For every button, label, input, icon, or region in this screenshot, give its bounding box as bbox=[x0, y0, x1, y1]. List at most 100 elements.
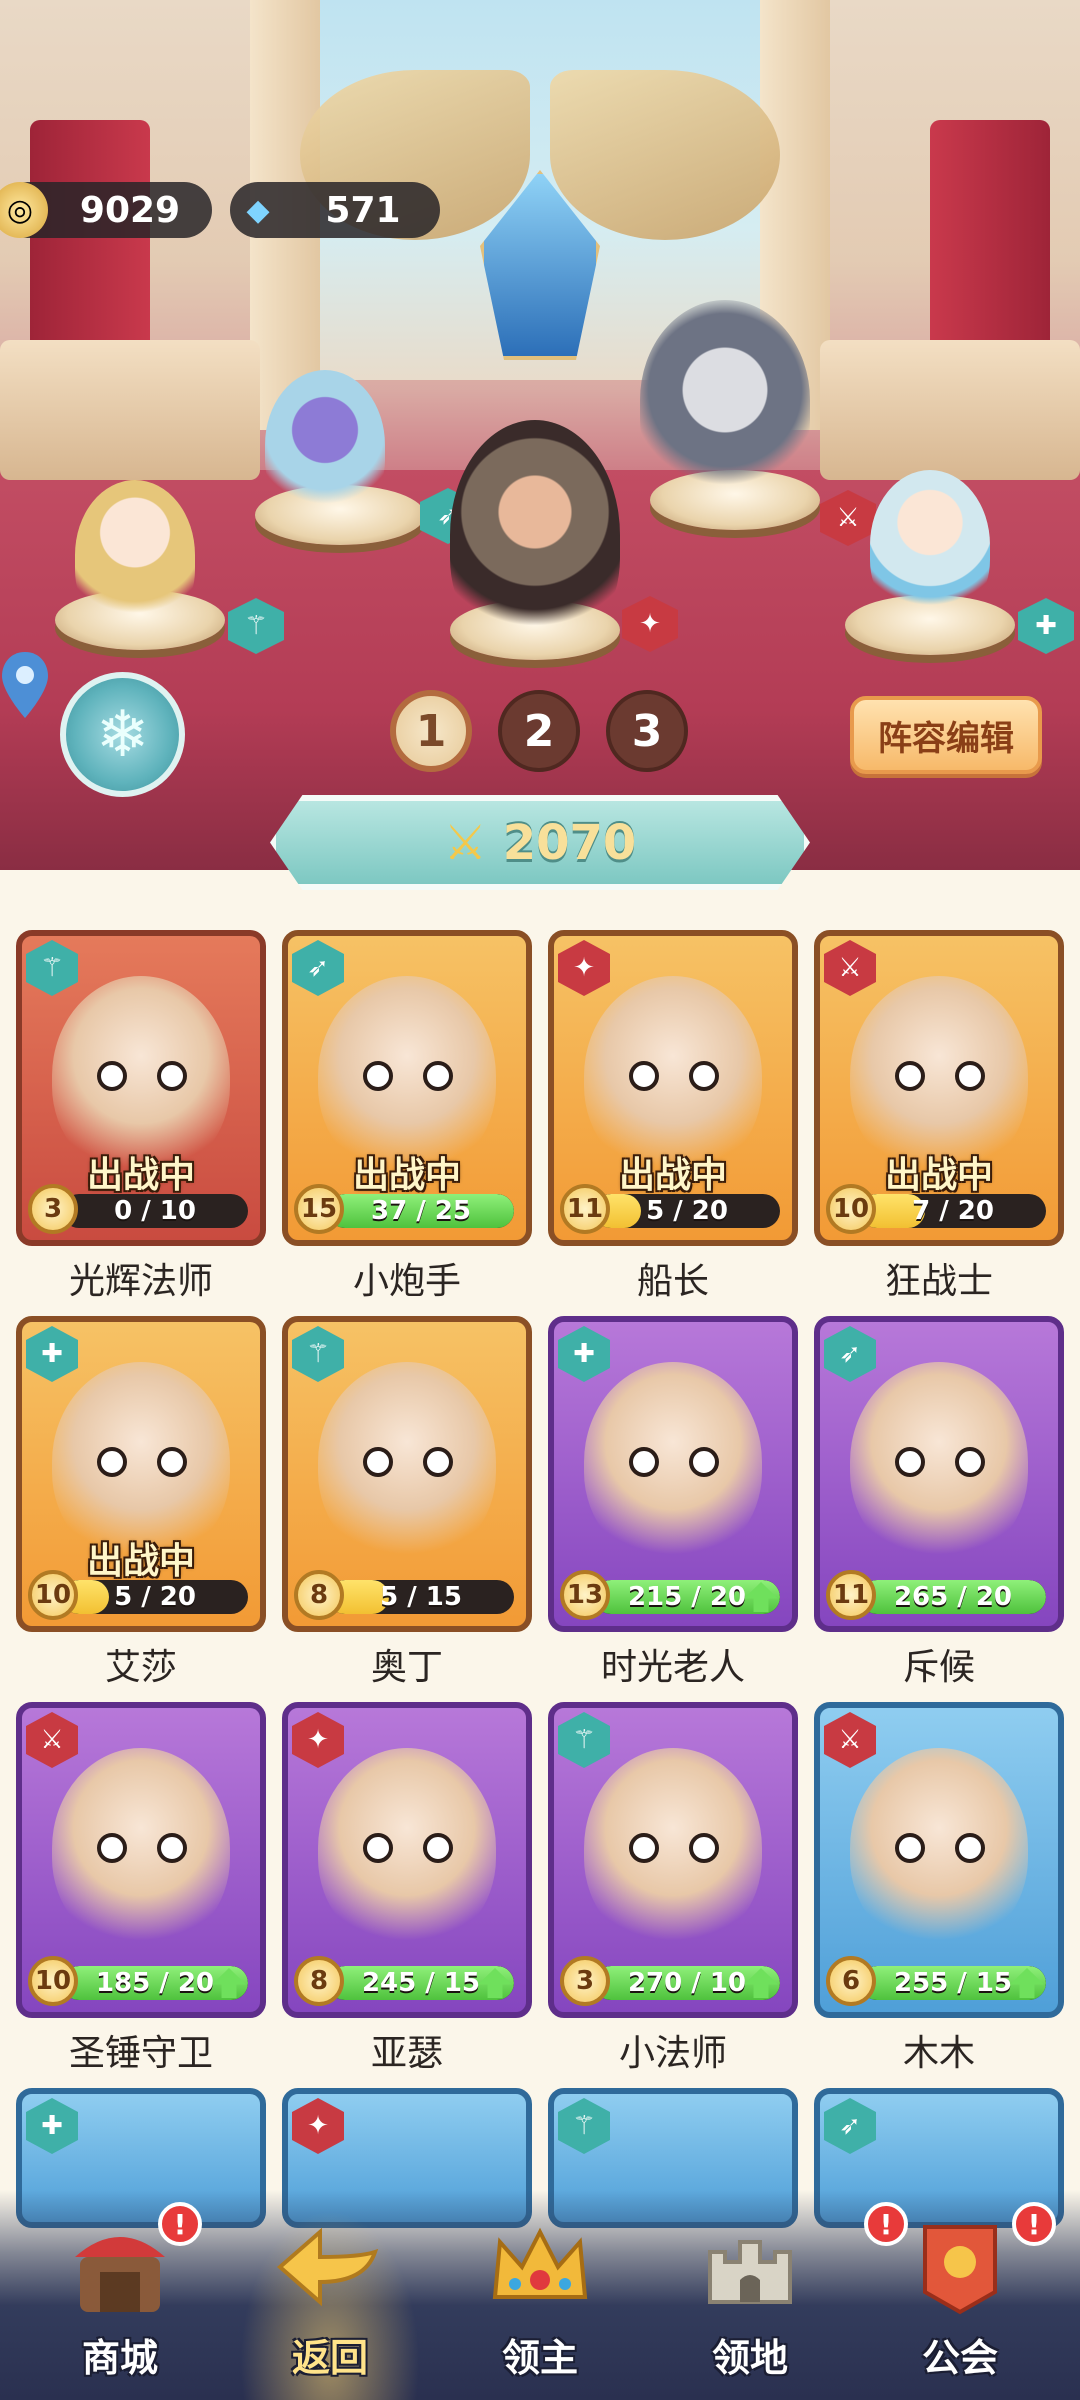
hero-card-frame: ✚ 215 / 20 13 bbox=[548, 1316, 798, 1632]
support-class-icon: ✚ bbox=[26, 2098, 78, 2154]
hero-card-frame: ⚚ 出战中 0 / 10 3 bbox=[16, 930, 266, 1246]
shard-progress-text: 5 / 20 bbox=[646, 1196, 728, 1226]
gold-counter[interactable]: ◎ 9029 bbox=[0, 182, 212, 238]
hero-card-frame: ⚚ 270 / 10 3 bbox=[548, 1702, 798, 2018]
staff-class-icon: ⚚ bbox=[292, 1326, 344, 1382]
sword-class-icon: ⚔ bbox=[26, 1712, 78, 1768]
nav-shop[interactable]: 商城 ! bbox=[20, 2190, 220, 2400]
nav-territory[interactable]: 领地 bbox=[650, 2190, 850, 2400]
formation-page-3[interactable]: 3 bbox=[606, 690, 688, 772]
hero-sprite-captain[interactable] bbox=[450, 420, 620, 650]
hero-portrait bbox=[318, 1748, 496, 1948]
hero-level-badge: 10 bbox=[28, 1956, 78, 2006]
nav-back-label: 返回 bbox=[291, 2336, 368, 2380]
hero-level-badge: 3 bbox=[560, 1956, 610, 2006]
hero-level-badge: 3 bbox=[28, 1184, 78, 1234]
nav-lord[interactable]: 领主 bbox=[440, 2190, 640, 2400]
nav-territory-label: 领地 bbox=[711, 2336, 788, 2380]
team-power-bar: ⚔ 2070 bbox=[270, 795, 810, 890]
hero-name: 艾莎 bbox=[104, 1647, 177, 1688]
shard-progress-bar: 37 / 25 bbox=[328, 1194, 514, 1228]
hero-level-badge: 8 bbox=[294, 1570, 344, 1620]
hero-name: 狂战士 bbox=[884, 1261, 993, 1302]
formation-page-2[interactable]: 2 bbox=[498, 690, 580, 772]
shard-progress-text: 5 / 20 bbox=[114, 1582, 196, 1612]
hero-portrait bbox=[850, 1362, 1028, 1562]
railing-left bbox=[0, 340, 260, 480]
hero-name: 船长 bbox=[636, 1261, 709, 1302]
alert-badge-icon: ! bbox=[864, 2202, 908, 2246]
hero-card[interactable]: ⚚ 270 / 10 3 小法师 bbox=[548, 1702, 798, 2074]
hero-portrait bbox=[850, 1748, 1028, 1948]
assassin-class-icon: ✦ bbox=[292, 2098, 344, 2154]
hero-grid: ⚚ 出战中 0 / 10 3 光辉法师 ➶ 出战中 37 / 25 15 小炮手 ✦ 出战中 5 / 2… bbox=[16, 930, 1064, 2228]
hero-card-frame: ⚔ 255 / 15 6 bbox=[814, 1702, 1064, 2018]
hero-level-badge: 10 bbox=[28, 1570, 78, 1620]
hero-card[interactable]: ⚚ 出战中 0 / 10 3 光辉法师 bbox=[16, 930, 266, 1302]
hero-card[interactable]: ➶ 出战中 37 / 25 15 小炮手 bbox=[282, 930, 532, 1302]
guild-banner-icon bbox=[895, 2207, 1025, 2327]
alert-badge-icon: ! bbox=[158, 2202, 202, 2246]
shard-progress-bar: 7 / 20 bbox=[860, 1194, 1046, 1228]
gold-value: 9029 bbox=[79, 189, 181, 231]
bow-class-icon: ➶ bbox=[824, 2098, 876, 2154]
hero-card-frame: ➶ 出战中 37 / 25 15 bbox=[282, 930, 532, 1246]
hero-name: 亚瑟 bbox=[370, 2033, 443, 2074]
hero-sprite-gunner[interactable] bbox=[265, 370, 385, 520]
hero-card[interactable]: ⚔ 出战中 7 / 20 10 狂战士 bbox=[814, 930, 1064, 1302]
hero-level-badge: 15 bbox=[294, 1184, 344, 1234]
sword-power-icon: ⚔ bbox=[443, 814, 487, 871]
wing-ornament-right bbox=[550, 70, 780, 240]
hero-level-badge: 11 bbox=[826, 1570, 876, 1620]
hero-sprite-elsa[interactable] bbox=[870, 470, 990, 620]
hero-card[interactable]: ⚔ 255 / 15 6 木木 bbox=[814, 1702, 1064, 2074]
shard-progress-text: 7 / 20 bbox=[912, 1196, 994, 1226]
hero-name: 斥候 bbox=[902, 1647, 975, 1688]
snowflake-icon: ❄ bbox=[95, 697, 150, 772]
shard-progress-bar: 0 / 10 bbox=[62, 1194, 248, 1228]
hero-level-badge: 11 bbox=[560, 1184, 610, 1234]
gold-coin-icon: ◎ bbox=[0, 182, 48, 238]
map-pin-icon[interactable] bbox=[0, 650, 50, 720]
hero-name: 小法师 bbox=[618, 2033, 727, 2074]
snowflake-skill-button[interactable]: ❄ bbox=[60, 672, 185, 797]
sword-class-icon: ⚔ bbox=[824, 940, 876, 996]
hero-card-frame: ✚ 出战中 5 / 20 10 bbox=[16, 1316, 266, 1632]
hero-sprite-berserker[interactable] bbox=[640, 300, 810, 500]
shard-progress-text: 265 / 20 bbox=[893, 1582, 1013, 1612]
hero-card[interactable]: ✦ 出战中 5 / 20 11 船长 bbox=[548, 930, 798, 1302]
hero-level-badge: 8 bbox=[294, 1956, 344, 2006]
back-arrow-icon bbox=[265, 2207, 395, 2327]
hero-card[interactable]: ✦ 245 / 15 8 亚瑟 bbox=[282, 1702, 532, 2074]
hero-card[interactable]: ✚ 215 / 20 13 时光老人 bbox=[548, 1316, 798, 1688]
edit-formation-button[interactable]: 阵容编辑 bbox=[850, 696, 1042, 774]
hero-name: 小炮手 bbox=[352, 1261, 461, 1302]
staff-class-icon: ⚚ bbox=[558, 1712, 610, 1768]
hero-card-frame: ✦ 出战中 5 / 20 11 bbox=[548, 930, 798, 1246]
nav-guild[interactable]: 公会 ! ! bbox=[860, 2190, 1060, 2400]
crown-icon bbox=[475, 2207, 605, 2327]
hero-card-frame: ➶ 265 / 20 11 bbox=[814, 1316, 1064, 1632]
staff-class-icon: ⚚ bbox=[26, 940, 78, 996]
assassin-class-icon: ✦ bbox=[292, 1712, 344, 1768]
gem-counter[interactable]: ◆ 571 bbox=[230, 182, 440, 238]
hero-card[interactable]: ➶ 265 / 20 11 斥候 bbox=[814, 1316, 1064, 1688]
hero-card[interactable]: ✚ 出战中 5 / 20 10 艾莎 bbox=[16, 1316, 266, 1688]
shard-progress-bar: 5 / 20 bbox=[62, 1580, 248, 1614]
bow-class-icon: ➶ bbox=[292, 940, 344, 996]
support-class-icon: ✚ bbox=[26, 1326, 78, 1382]
nav-guild-label: 公会 bbox=[921, 2336, 998, 2380]
nav-back[interactable]: 返回 bbox=[230, 2190, 430, 2400]
formation-page-1[interactable]: 1 bbox=[390, 690, 472, 772]
bow-class-icon: ➶ bbox=[824, 1326, 876, 1382]
hero-level-badge: 13 bbox=[560, 1570, 610, 1620]
hero-portrait bbox=[318, 1362, 496, 1562]
shard-progress-text: 5 / 15 bbox=[380, 1582, 462, 1612]
hero-sprite-light-mage[interactable] bbox=[75, 480, 195, 630]
hero-card[interactable]: ⚔ 185 / 20 10 圣锤守卫 bbox=[16, 1702, 266, 2074]
nav-lord-label: 领主 bbox=[501, 2336, 578, 2380]
hero-name: 奥丁 bbox=[370, 1647, 443, 1688]
bottom-nav: 商城 ! 返回 领主 领地 公会 ! ! bbox=[0, 2190, 1080, 2400]
hero-name: 木木 bbox=[902, 2033, 975, 2074]
hero-card[interactable]: ⚚ 5 / 15 8 奥丁 bbox=[282, 1316, 532, 1688]
